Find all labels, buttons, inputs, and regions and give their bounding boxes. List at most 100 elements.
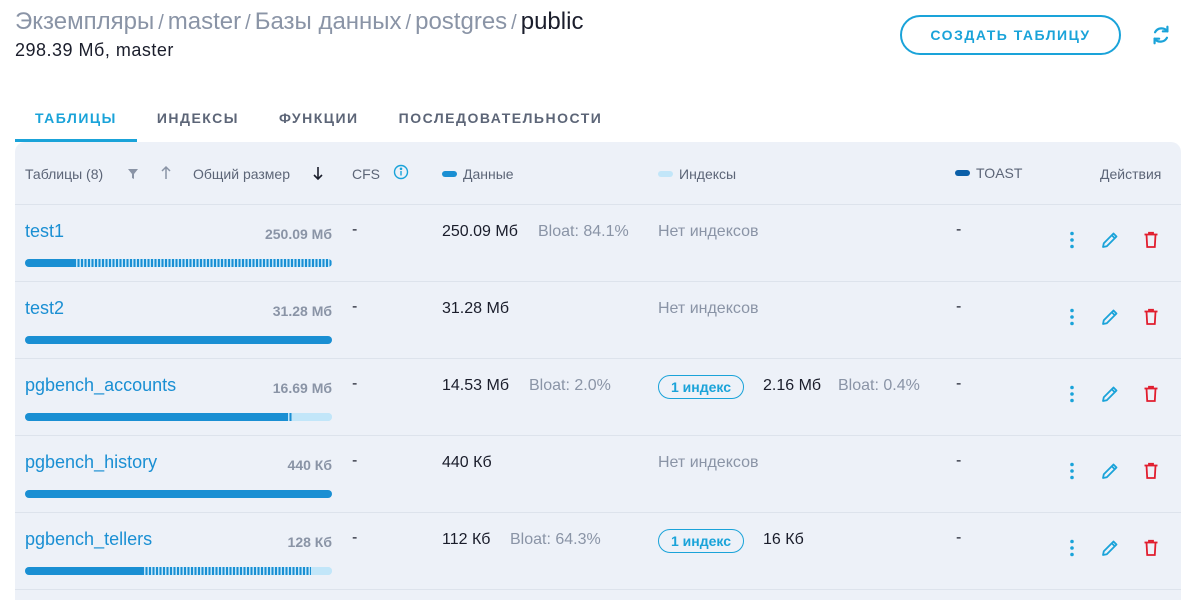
table-name-link[interactable]: pgbench_history [25, 452, 157, 473]
delete-icon[interactable] [1141, 384, 1161, 404]
breadcrumb-separator: / [245, 12, 251, 34]
table-row: test1 250.09 Мб - 250.09 Мб Bloat: 84.1%… [15, 205, 1181, 282]
table-data-size: 440 Кб [442, 454, 492, 471]
size-bar-index [310, 567, 332, 575]
size-bar-bloat [74, 259, 332, 267]
table-total-size: 440 Кб [287, 457, 332, 473]
table-cfs: - [352, 452, 358, 469]
table-data-size: 31.28 Мб [442, 300, 509, 317]
size-bar [25, 336, 332, 344]
more-options-icon[interactable] [1062, 538, 1082, 558]
breadcrumb-separator: / [511, 12, 517, 34]
table-index-size: 16 Кб [763, 531, 804, 548]
table-cfs: - [352, 221, 358, 238]
table-toast: - [956, 452, 962, 469]
breadcrumb: Экземпляры / master / Базы данных / postgres / p… [15, 8, 583, 36]
breadcrumb-item-databases[interactable]: Базы данных [255, 8, 402, 35]
column-indexes: Индексы [658, 166, 736, 182]
toast-legend-swatch [955, 170, 970, 176]
tab-tables[interactable]: ТАБЛИЦЫ [15, 100, 137, 142]
table-total-size: 128 Кб [287, 534, 332, 550]
delete-icon[interactable] [1141, 230, 1161, 250]
table-total-size: 16.69 Мб [272, 380, 332, 396]
more-options-icon[interactable] [1062, 384, 1082, 404]
create-table-button[interactable]: СОЗДАТЬ ТАБЛИЦУ [900, 15, 1121, 55]
index-count-badge[interactable]: 1 индекс [658, 375, 745, 399]
index-count-badge[interactable]: 1 индекс [658, 529, 745, 553]
table-toast: - [956, 298, 962, 315]
table-index-bloat: Bloat: 0.4% [838, 377, 920, 394]
column-toast: TOAST [955, 165, 1022, 181]
size-bar-bloat [141, 567, 311, 575]
table-no-index: Нет индексов [658, 223, 759, 240]
table-name-link[interactable]: pgbench_tellers [25, 529, 152, 550]
size-bar-data [25, 490, 332, 498]
tab-indexes[interactable]: ИНДЕКСЫ [137, 100, 259, 142]
delete-icon[interactable] [1141, 307, 1161, 327]
edit-icon[interactable] [1100, 461, 1120, 481]
breadcrumb-current: public [520, 8, 584, 35]
table-row: pgbench_history 440 Кб - 440 Кб Нет инде… [15, 436, 1181, 513]
table-header: Таблицы (8) Общий размер CFS Данные Инде… [15, 142, 1181, 205]
table-data-bloat: Bloat: 2.0% [529, 377, 611, 394]
sort-desc-icon[interactable] [311, 165, 325, 181]
info-icon[interactable] [393, 164, 409, 180]
size-bar [25, 413, 332, 421]
column-cfs: CFS [352, 166, 380, 182]
breadcrumb-separator: / [405, 12, 412, 34]
size-bar-data [25, 567, 142, 575]
more-options-icon[interactable] [1062, 230, 1082, 250]
delete-icon[interactable] [1141, 538, 1161, 558]
filter-icon[interactable] [126, 167, 140, 181]
column-indexes-label: Индексы [679, 166, 737, 182]
data-legend-swatch [442, 171, 457, 177]
table-data-bloat: Bloat: 84.1% [538, 223, 629, 240]
sort-asc-icon[interactable] [159, 165, 173, 180]
column-total-size[interactable]: Общий размер [193, 166, 290, 182]
edit-icon[interactable] [1100, 538, 1120, 558]
more-options-icon[interactable] [1062, 307, 1082, 327]
size-bar-data [25, 336, 332, 344]
table-data-size: 14.53 Мб [442, 377, 509, 394]
table-cfs: - [352, 529, 358, 546]
delete-icon[interactable] [1141, 461, 1161, 481]
breadcrumb-item-instance[interactable]: master [168, 8, 241, 35]
table-data-size: 250.09 Мб [442, 223, 518, 240]
column-data-label: Данные [463, 166, 514, 182]
breadcrumb-item-instances[interactable]: Экземпляры [15, 8, 154, 35]
tab-functions[interactable]: ФУНКЦИИ [259, 100, 379, 142]
table-name-link[interactable]: test2 [25, 298, 64, 319]
table-data-bloat: Bloat: 64.3% [510, 531, 601, 548]
table-toast: - [956, 529, 962, 546]
size-bar-index [292, 413, 332, 421]
edit-icon[interactable] [1100, 230, 1120, 250]
breadcrumb-item-database[interactable]: postgres [415, 8, 507, 35]
edit-icon[interactable] [1100, 384, 1120, 404]
edit-icon[interactable] [1100, 307, 1120, 327]
table-name-link[interactable]: pgbench_accounts [25, 375, 176, 396]
column-actions-label: Действия [1100, 166, 1162, 182]
table-row: pgbench_accounts 16.69 Мб - 14.53 Мб Blo… [15, 359, 1181, 436]
tab-sequences[interactable]: ПОСЛЕДОВАТЕЛЬНОСТИ [379, 100, 623, 142]
page-subtitle: 298.39 Мб, master [15, 40, 174, 60]
table-total-size: 250.09 Мб [264, 226, 332, 242]
refresh-icon[interactable] [1150, 24, 1172, 46]
table-no-index: Нет индексов [658, 300, 759, 317]
column-actions: Действия [1100, 166, 1161, 182]
breadcrumb-separator: / [158, 12, 164, 34]
index-legend-swatch [658, 171, 673, 177]
table-name-link[interactable]: test1 [25, 221, 64, 242]
tab-bar: ТАБЛИЦЫ ИНДЕКСЫ ФУНКЦИИ ПОСЛЕДОВАТЕЛЬНОС… [15, 100, 622, 142]
tables-panel: Таблицы (8) Общий размер CFS Данные Инде… [15, 142, 1181, 600]
column-tables: Таблицы (8) [25, 166, 103, 182]
column-tables-label: Таблицы (8) [25, 166, 104, 182]
more-options-icon[interactable] [1062, 461, 1082, 481]
column-toast-label: TOAST [976, 165, 1023, 181]
table-no-index: Нет индексов [658, 454, 759, 471]
table-row: pgbench_tellers 128 Кб - 112 Кб Bloat: 6… [15, 513, 1181, 590]
size-bar [25, 567, 332, 575]
table-cfs: - [352, 298, 358, 315]
table-cfs: - [352, 375, 358, 392]
table-index-size: 2.16 Мб [763, 377, 822, 394]
table-total-size: 31.28 Мб [272, 303, 332, 319]
